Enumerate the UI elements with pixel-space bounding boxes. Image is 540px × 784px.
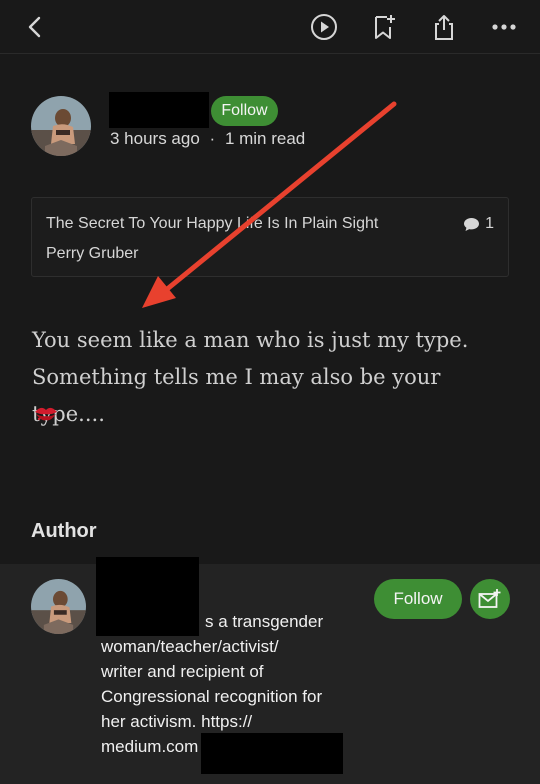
read-time: 1 min read — [224, 129, 306, 148]
time-ago: 3 hours ago — [110, 129, 200, 148]
redacted-name — [109, 92, 209, 128]
response-body: You seem like a man who is just my type.… — [32, 322, 512, 433]
avatar[interactable] — [31, 96, 91, 156]
meta-separator: · — [209, 129, 216, 148]
body-line-2: Something tells me I may also be your ty… — [32, 365, 441, 426]
comment-icon — [464, 217, 480, 231]
comment-count: 1 — [463, 215, 494, 233]
play-icon[interactable] — [307, 10, 341, 44]
author-avatar[interactable] — [31, 579, 86, 634]
bio-line: Congressional recognition for — [101, 687, 323, 706]
more-icon[interactable] — [487, 10, 521, 44]
story-title: The Secret To Your Happy Life Is In Plai… — [46, 215, 379, 232]
bookmark-add-icon[interactable] — [367, 10, 401, 44]
share-icon[interactable] — [427, 10, 461, 44]
subscribe-email-button[interactable] — [470, 579, 510, 619]
top-toolbar — [0, 0, 540, 54]
mail-plus-icon — [478, 589, 501, 608]
author-follow-button[interactable]: Follow — [374, 579, 462, 619]
follow-button[interactable]: Follow — [211, 96, 278, 126]
bio-line: her activism. https:// — [101, 712, 253, 731]
story-author: Perry Gruber — [46, 245, 139, 262]
responded-story-card[interactable]: The Secret To Your Happy Life Is In Plai… — [31, 197, 509, 277]
bio-line: woman/teacher/activist/ — [101, 637, 279, 656]
bio-line: writer and recipient of — [101, 662, 264, 681]
redacted-author-name — [96, 557, 199, 636]
back-icon[interactable] — [18, 10, 52, 44]
post-meta: 3 hours ago · 1 min read — [110, 129, 305, 149]
kiss-mark-icon — [33, 402, 59, 429]
author-heading: Author — [31, 520, 97, 542]
redacted-link — [201, 733, 343, 774]
body-line-1: You seem like a man who is just my type. — [32, 328, 469, 352]
